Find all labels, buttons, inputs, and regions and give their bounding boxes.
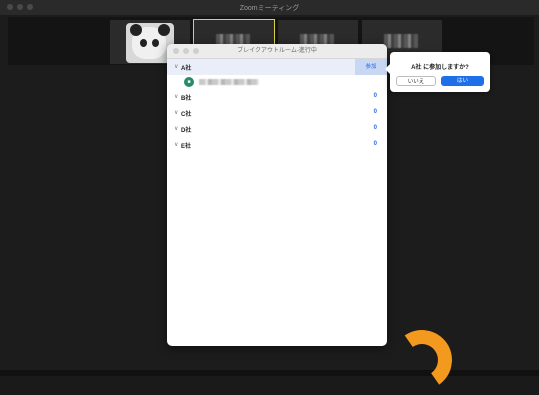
chevron-down-icon[interactable]: ∨ [174, 109, 178, 116]
room-name: E社 [181, 144, 192, 150]
join-confirm-question: A社 に参加しますか? [411, 65, 469, 71]
panel-window-controls[interactable] [173, 48, 199, 54]
cancel-button[interactable]: いいえ [396, 76, 436, 86]
room-participant-count: 0 [373, 125, 377, 131]
breakout-panel-title: ブレイクアウトルーム-進行中 [237, 48, 317, 54]
room-row-e[interactable]: ∨ E社 0 [167, 137, 387, 153]
blurred-member-name [199, 79, 259, 85]
room-name: C社 [181, 112, 192, 118]
room-row-d[interactable]: ∨ D社 0 [167, 121, 387, 137]
room-participant-count: 0 [373, 141, 377, 147]
chevron-down-icon[interactable]: ∨ [174, 63, 178, 70]
zoom-panel-icon[interactable] [193, 48, 199, 54]
chevron-down-icon[interactable]: ∨ [174, 141, 178, 148]
chevron-down-icon[interactable]: ∨ [174, 125, 178, 132]
breakout-rooms-panel: ブレイクアウトルーム-進行中 ∨ A社 参加 ■ ∨ B社 0 ∨ C社 0 ∨… [167, 44, 387, 346]
member-avatar: ■ [184, 77, 194, 87]
minimize-panel-icon[interactable] [183, 48, 189, 54]
chevron-down-icon[interactable]: ∨ [174, 93, 178, 100]
room-row-a[interactable]: ∨ A社 参加 [167, 59, 387, 75]
window-controls[interactable] [7, 4, 33, 10]
blurred-participant-name [384, 34, 418, 48]
room-member: ■ [167, 75, 387, 89]
meeting-toolbar [0, 370, 539, 376]
confirm-join-button[interactable]: はい [441, 76, 484, 86]
room-name: A社 [181, 66, 192, 72]
zoom-window-icon[interactable] [27, 4, 33, 10]
room-name: B社 [181, 96, 192, 102]
room-participant-count: 0 [373, 109, 377, 115]
window-title: Zoomミーティング [239, 4, 300, 12]
close-panel-icon[interactable] [173, 48, 179, 54]
zoom-window-titlebar: Zoomミーティング [0, 0, 539, 15]
minimize-window-icon[interactable] [17, 4, 23, 10]
breakout-panel-titlebar: ブレイクアウトルーム-進行中 [167, 44, 387, 59]
room-name: D社 [181, 128, 192, 134]
room-participant-count: 0 [373, 93, 377, 99]
room-row-b[interactable]: ∨ B社 0 [167, 89, 387, 105]
join-room-button[interactable]: 参加 [355, 59, 387, 75]
room-row-c[interactable]: ∨ C社 0 [167, 105, 387, 121]
join-confirm-popover: A社 に参加しますか? いいえ はい [385, 52, 490, 92]
close-window-icon[interactable] [7, 4, 13, 10]
